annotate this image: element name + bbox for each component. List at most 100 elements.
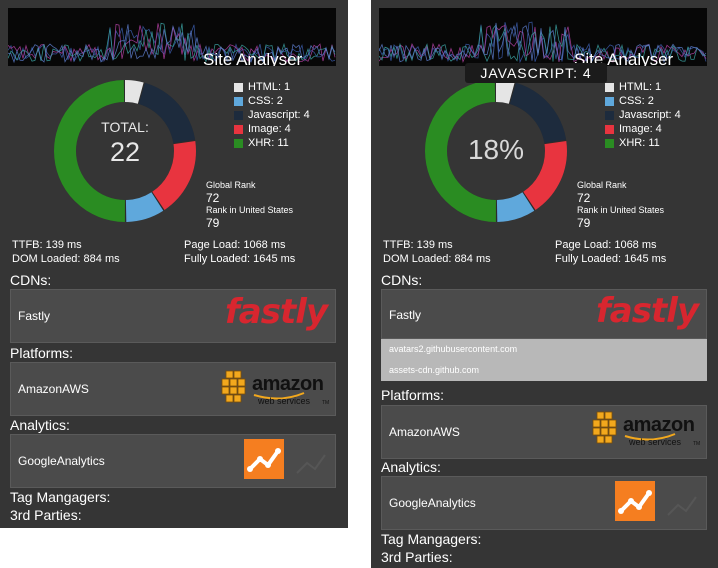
donut-center: TOTAL: 22 <box>50 76 200 226</box>
legend-item: CSS: 2 <box>605 94 681 108</box>
aws-logo-tm: TM <box>322 400 330 406</box>
cdn-name: Fastly <box>389 308 422 322</box>
timing-metrics-left: TTFB: 139 ms DOM Loaded: 884 ms <box>12 238 120 266</box>
page-load-metric: Page Load: 1068 ms <box>184 239 286 251</box>
app-title: Site Analyser <box>203 50 303 66</box>
donut-center: 18% <box>421 76 571 226</box>
legend-swatch <box>605 124 614 134</box>
legend-swatch <box>234 96 243 106</box>
legend-label: Javascript: 4 <box>248 109 310 121</box>
ttfb-metric: TTFB: 139 ms <box>383 239 453 251</box>
cdn-fastly-row[interactable]: Fastly fastly <box>10 289 336 343</box>
aws-logo: amazon web services TM <box>591 408 703 459</box>
third-parties-heading: 3rd Parties: <box>10 507 82 523</box>
cdn-hosts-list: avatars2.githubusercontent.com assets-cd… <box>381 339 707 381</box>
platform-aws-row[interactable]: AmazonAWS amazon web services TM <box>381 405 707 459</box>
global-rank-value: 72 <box>206 191 220 205</box>
dom-loaded-metric: DOM Loaded: 884 ms <box>12 253 120 265</box>
header-sparkline: Site Analyser <box>379 8 707 66</box>
chart-legend: HTML: 1 CSS: 2 Javascript: 4 Image: 4 XHR: 1… <box>605 80 681 150</box>
analytics-name: GoogleAnalytics <box>389 496 476 510</box>
country-rank-value: 79 <box>577 216 591 230</box>
ga-ghost-icon <box>662 485 702 525</box>
global-rank-value: 72 <box>577 191 591 205</box>
legend-label: Image: 4 <box>248 123 291 135</box>
segment-tooltip: JAVASCRIPT: 4 <box>465 63 607 83</box>
rank-info: Global Rank 72 Rank in United States 79 <box>206 180 293 230</box>
tag-managers-heading: Tag Mangagers: <box>10 489 111 505</box>
global-rank-label: Global Rank <box>206 180 256 190</box>
aws-logo-subtext: web services <box>258 396 311 406</box>
aws-logo-subtext: web services <box>629 437 682 447</box>
aws-logo: amazon web services TM <box>220 367 332 418</box>
dom-loaded-metric: DOM Loaded: 884 ms <box>383 253 491 265</box>
platforms-heading: Platforms: <box>10 345 74 361</box>
legend-item: HTML: 1 <box>234 80 310 94</box>
legend-item: Javascript: 4 <box>234 108 310 122</box>
tag-managers-heading: Tag Mangagers: <box>381 531 482 547</box>
analytics-ga-row[interactable]: GoogleAnalytics <box>381 476 707 530</box>
legend-label: HTML: 1 <box>248 81 291 93</box>
country-rank-label: Rank in United States <box>577 205 665 215</box>
cdn-fastly-row[interactable]: Fastly fastly <box>381 289 707 339</box>
chart-legend: HTML: 1 CSS: 2 Javascript: 4 Image: 4 XHR: 1… <box>234 80 310 150</box>
legend-label: XHR: 11 <box>619 137 660 149</box>
legend-label: HTML: 1 <box>619 81 662 93</box>
page-load-metric: Page Load: 1068 ms <box>555 239 657 251</box>
fastly-logo: fastly <box>225 292 328 332</box>
timing-metrics-right: Page Load: 1068 ms Fully Loaded: 1645 ms <box>555 238 666 266</box>
legend-label: Image: 4 <box>619 123 662 135</box>
aws-logo-text: amazon <box>252 373 324 395</box>
legend-label: Javascript: 4 <box>619 109 681 121</box>
legend-item: Image: 4 <box>234 122 310 136</box>
google-analytics-icon <box>244 439 284 479</box>
analytics-name: GoogleAnalytics <box>18 454 105 468</box>
country-rank-label: Rank in United States <box>206 205 294 215</box>
platform-name: AmazonAWS <box>18 382 89 396</box>
global-rank-label: Global Rank <box>577 180 627 190</box>
country-rank-value: 79 <box>206 216 220 230</box>
timing-metrics-left: TTFB: 139 ms DOM Loaded: 884 ms <box>383 238 491 266</box>
legend-label: CSS: 2 <box>619 95 654 107</box>
legend-item: Javascript: 4 <box>605 108 681 122</box>
legend-swatch <box>605 138 614 148</box>
aws-logo-tm: TM <box>693 441 701 447</box>
platform-aws-row[interactable]: AmazonAWS amazon web services TM <box>10 362 336 416</box>
fully-loaded-metric: Fully Loaded: 1645 ms <box>555 253 667 265</box>
ga-ghost-icon <box>291 443 331 483</box>
legend-swatch <box>234 82 243 92</box>
legend-swatch <box>605 96 614 106</box>
fully-loaded-metric: Fully Loaded: 1645 ms <box>184 253 296 265</box>
total-value: 22 <box>109 137 141 167</box>
legend-item: XHR: 11 <box>605 136 681 150</box>
platforms-heading: Platforms: <box>381 387 445 403</box>
platform-name: AmazonAWS <box>389 425 460 439</box>
cdn-host-item: assets-cdn.github.com <box>389 365 480 375</box>
legend-item: CSS: 2 <box>234 94 310 108</box>
ttfb-metric: TTFB: 139 ms <box>12 239 82 251</box>
legend-swatch <box>234 138 243 148</box>
third-parties-heading: 3rd Parties: <box>381 549 453 565</box>
total-label: TOTAL: <box>101 119 149 135</box>
rank-info: Global Rank 72 Rank in United States 79 <box>577 180 664 230</box>
legend-item: XHR: 11 <box>234 136 310 150</box>
legend-item: Image: 4 <box>605 122 681 136</box>
legend-item: HTML: 1 <box>605 80 681 94</box>
cdn-host-item: avatars2.githubusercontent.com <box>389 344 518 354</box>
header-sparkline: Site Analyser <box>8 8 336 66</box>
legend-label: CSS: 2 <box>248 95 283 107</box>
analytics-ga-row[interactable]: GoogleAnalytics <box>10 434 336 488</box>
analytics-heading: Analytics: <box>10 417 70 433</box>
legend-swatch <box>605 110 614 120</box>
site-analyser-panel-collapsed: Site Analyser TOTAL: 22 HTML: 1 CSS: 2 Jav… <box>0 0 348 528</box>
timing-metrics-right: Page Load: 1068 ms Fully Loaded: 1645 ms <box>184 238 295 266</box>
cdns-heading: CDNs: <box>381 272 423 288</box>
cdn-name: Fastly <box>18 309 51 323</box>
legend-swatch <box>234 124 243 134</box>
fastly-logo: fastly <box>596 291 699 331</box>
analytics-heading: Analytics: <box>381 459 441 475</box>
aws-logo-text: amazon <box>623 414 695 436</box>
legend-label: XHR: 11 <box>248 137 289 149</box>
cdns-heading: CDNs: <box>10 272 52 288</box>
google-analytics-icon <box>615 481 655 521</box>
